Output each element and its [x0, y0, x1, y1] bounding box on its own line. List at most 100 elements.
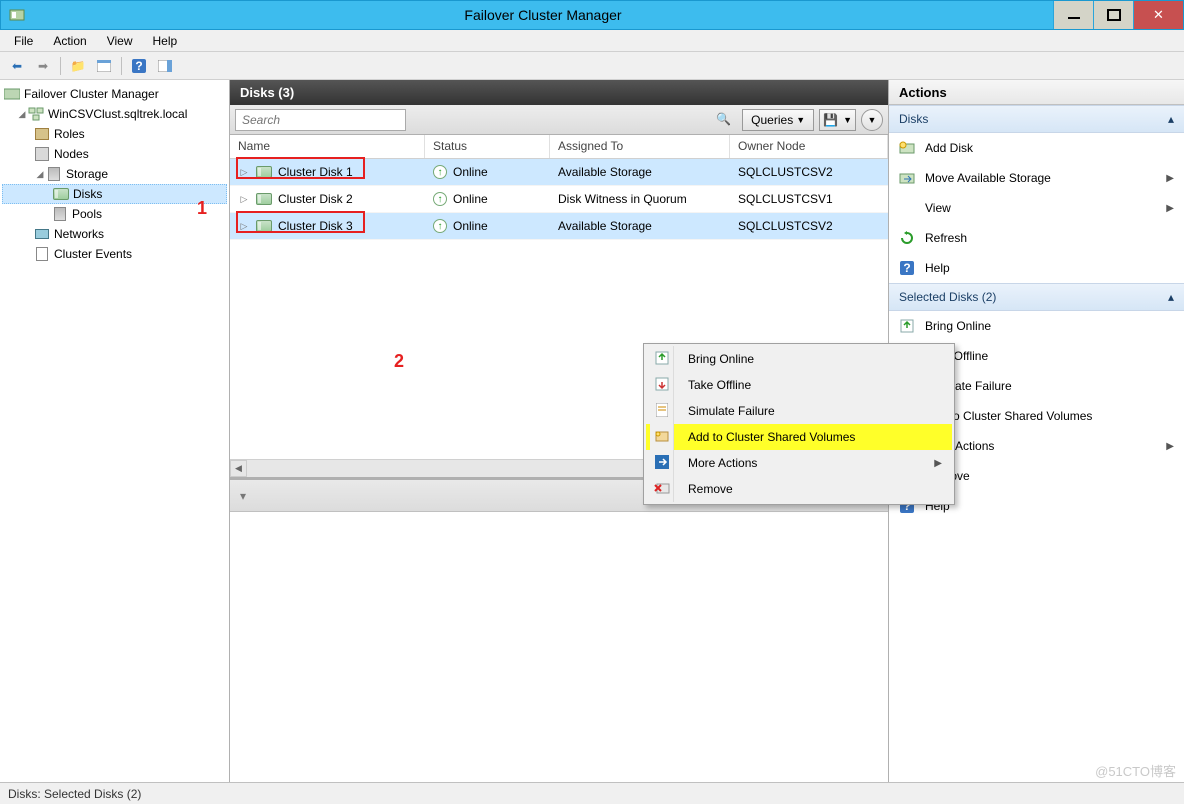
collapse-icon[interactable]: ▴ [1168, 112, 1174, 126]
expander-icon[interactable]: ◢ [16, 109, 28, 120]
cell-owner: SQLCLUSTCSV1 [738, 192, 833, 206]
chevron-down-icon: ▼ [868, 115, 877, 125]
col-assigned[interactable]: Assigned To [550, 135, 730, 158]
cell-assigned: Available Storage [558, 165, 652, 179]
disk-list: ▷Cluster Disk 1 Online Available Storage… [230, 159, 888, 240]
chevron-down-icon[interactable]: ▾ [240, 489, 246, 503]
take-offline-icon [655, 377, 669, 394]
view-icon [899, 200, 915, 216]
action-view[interactable]: View ▶ [889, 193, 1184, 223]
cm-label: Add to Cluster Shared Volumes [682, 430, 948, 444]
center-panel: Disks (3) 🔍 Queries▼ 💾▼ ▼ Name Status As… [230, 80, 889, 782]
expander-icon[interactable]: ◢ [34, 169, 46, 180]
simulate-failure-icon [656, 403, 668, 420]
status-bar: Disks: Selected Disks (2) [0, 782, 1184, 804]
action-help[interactable]: ? Help [889, 253, 1184, 283]
tree-root[interactable]: Failover Cluster Manager [2, 84, 227, 104]
group-label: Disks [899, 112, 928, 126]
list-row[interactable]: ▷Cluster Disk 2 Online Disk Witness in Q… [230, 186, 888, 213]
cm-take-offline[interactable]: Take Offline [646, 372, 952, 398]
cell-status: Online [453, 219, 488, 233]
bring-online-icon [899, 318, 915, 334]
toolbar-pane-button[interactable] [154, 55, 176, 77]
list-row[interactable]: ▷Cluster Disk 3 Online Available Storage… [230, 213, 888, 240]
expander-icon[interactable]: ▷ [238, 194, 250, 205]
col-name[interactable]: Name [230, 135, 425, 158]
bring-online-icon [655, 351, 669, 368]
help-icon: ? [899, 260, 915, 276]
disk-icon [256, 220, 272, 232]
storage-icon [46, 166, 62, 182]
online-icon [433, 192, 447, 206]
help-icon[interactable]: ? [128, 55, 150, 77]
queries-dropdown[interactable]: Queries▼ [742, 109, 814, 131]
nav-forward-button[interactable]: ➡ [32, 55, 54, 77]
tree-nodes[interactable]: Nodes [2, 144, 227, 164]
menu-action[interactable]: Action [45, 32, 94, 50]
tree-events-label: Cluster Events [54, 247, 132, 261]
list-row[interactable]: ▷Cluster Disk 1 Online Available Storage… [230, 159, 888, 186]
toolbar-up-button[interactable]: 📁 [67, 55, 89, 77]
action-label: View [925, 201, 951, 215]
actions-title: Actions [889, 80, 1184, 105]
action-group-disks[interactable]: Disks ▴ [889, 105, 1184, 133]
minimize-button[interactable] [1053, 1, 1093, 29]
cm-remove[interactable]: Remove [646, 476, 952, 502]
status-text: Disks: Selected Disks (2) [8, 787, 141, 801]
cell-assigned: Disk Witness in Quorum [558, 192, 687, 206]
action-add-disk[interactable]: Add Disk [889, 133, 1184, 163]
action-bring-online[interactable]: Bring Online [889, 311, 1184, 341]
search-icon[interactable]: 🔍 [716, 112, 731, 126]
submenu-arrow-icon: ▶ [934, 458, 948, 469]
disk-icon [256, 166, 272, 178]
tree-networks[interactable]: Networks [2, 224, 227, 244]
cell-name: Cluster Disk 2 [278, 192, 353, 206]
expand-search-button[interactable]: ▼ [861, 109, 883, 131]
group-label: Selected Disks (2) [899, 290, 996, 304]
cm-label: Bring Online [682, 352, 948, 366]
tree-cluster-label: WinCSVClust.sqltrek.local [48, 107, 187, 121]
list-header: Name Status Assigned To Owner Node [230, 135, 888, 159]
action-label: Add Disk [925, 141, 973, 155]
add-disk-icon [899, 140, 915, 156]
tree-cluster-events[interactable]: Cluster Events [2, 244, 227, 264]
annotation-2: 2 [394, 351, 404, 372]
expander-icon[interactable]: ▷ [238, 167, 250, 178]
action-move-storage[interactable]: Move Available Storage ▶ [889, 163, 1184, 193]
maximize-button[interactable] [1093, 1, 1133, 29]
tree-roles[interactable]: Roles [2, 124, 227, 144]
search-row: 🔍 Queries▼ 💾▼ ▼ [230, 105, 888, 135]
context-menu: Bring Online Take Offline Simulate Failu… [643, 343, 955, 505]
cm-add-csv[interactable]: Add to Cluster Shared Volumes [646, 424, 952, 450]
tree-cluster[interactable]: ◢ WinCSVClust.sqltrek.local [2, 104, 227, 124]
tree-pools[interactable]: Pools [2, 204, 227, 224]
navigation-tree: Failover Cluster Manager ◢ WinCSVClust.s… [0, 80, 230, 782]
col-status[interactable]: Status [425, 135, 550, 158]
toolbar-columns-button[interactable] [93, 55, 115, 77]
cm-bring-online[interactable]: Bring Online [646, 346, 952, 372]
menu-file[interactable]: File [6, 32, 41, 50]
action-refresh[interactable]: Refresh [889, 223, 1184, 253]
submenu-arrow-icon: ▶ [1166, 203, 1174, 214]
menu-view[interactable]: View [99, 32, 141, 50]
expander-icon[interactable]: ▷ [238, 221, 250, 232]
center-header: Disks (3) [230, 80, 888, 105]
action-label: Help [925, 261, 950, 275]
menu-help[interactable]: Help [145, 32, 186, 50]
tree-storage-label: Storage [66, 167, 108, 181]
cm-more-actions[interactable]: More Actions ▶ [646, 450, 952, 476]
action-label: Move Available Storage [925, 171, 1051, 185]
action-group-selected[interactable]: Selected Disks (2) ▴ [889, 283, 1184, 311]
scroll-left-button[interactable]: ◀ [230, 460, 247, 477]
nav-back-button[interactable]: ⬅ [6, 55, 28, 77]
collapse-icon[interactable]: ▴ [1168, 290, 1174, 304]
col-owner[interactable]: Owner Node [730, 135, 888, 158]
online-icon [433, 165, 447, 179]
tree-storage[interactable]: ◢ Storage [2, 164, 227, 184]
tree-disks[interactable]: Disks [2, 184, 227, 204]
cm-simulate-failure[interactable]: Simulate Failure [646, 398, 952, 424]
save-query-button[interactable]: 💾▼ [819, 109, 856, 131]
details-pane: ▾ [230, 477, 888, 782]
search-input[interactable] [235, 109, 406, 131]
close-button[interactable] [1133, 1, 1183, 29]
